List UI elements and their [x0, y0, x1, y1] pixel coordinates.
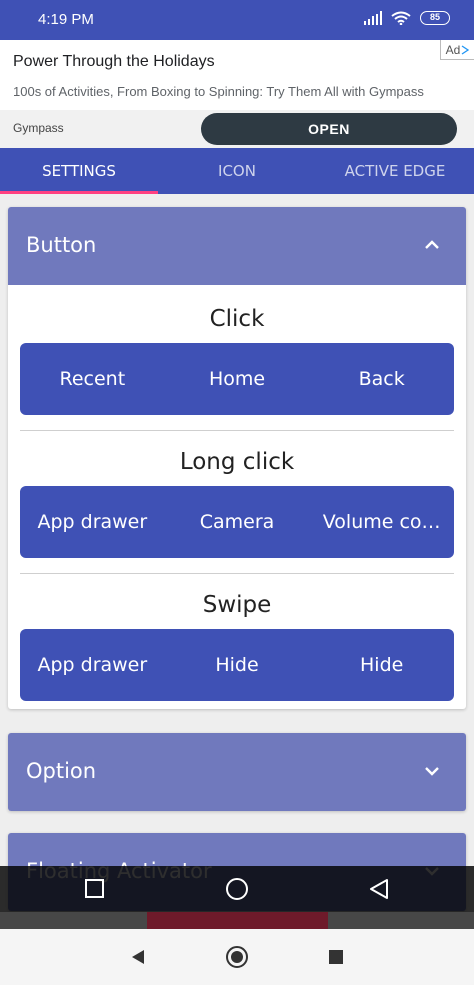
- chevron-up-icon: [425, 240, 439, 249]
- battery-icon: 85: [420, 11, 450, 25]
- swipe-actions: App drawer Hide Hide: [20, 629, 454, 701]
- long-click-actions: App drawer Camera Volume co…: [20, 486, 454, 558]
- status-time: 4:19 PM: [38, 11, 94, 28]
- overlay-home-icon[interactable]: [226, 878, 248, 900]
- click-option-recent[interactable]: Recent: [20, 343, 165, 415]
- overlay-back-icon[interactable]: [368, 878, 390, 900]
- long-click-option-app-drawer[interactable]: App drawer: [20, 486, 165, 558]
- chevron-down-icon: [425, 767, 439, 776]
- swipe-option-hide-1[interactable]: Hide: [165, 629, 310, 701]
- system-nav-bar: [0, 929, 474, 985]
- status-icons: 85: [364, 11, 450, 25]
- option-panel: Option: [8, 733, 466, 811]
- click-option-home[interactable]: Home: [165, 343, 310, 415]
- long-click-option-volume[interactable]: Volume co…: [309, 486, 454, 558]
- long-click-title: Long click: [179, 449, 295, 475]
- click-title: Click: [209, 306, 265, 332]
- ad-badge[interactable]: Ad: [440, 40, 474, 60]
- button-panel-header[interactable]: Button: [8, 207, 466, 285]
- swipe-option-app-drawer[interactable]: App drawer: [20, 629, 165, 701]
- tab-icon[interactable]: ICON: [158, 148, 316, 194]
- ad-choices-icon: [461, 44, 470, 55]
- back-icon[interactable]: [130, 949, 146, 965]
- tab-active-edge[interactable]: ACTIVE EDGE: [316, 148, 474, 194]
- swipe-option-hide-2[interactable]: Hide: [309, 629, 454, 701]
- wifi-icon: [391, 11, 411, 25]
- ad-description[interactable]: 100s of Activities, From Boxing to Spinn…: [13, 84, 424, 99]
- tab-settings[interactable]: SETTINGS: [0, 148, 158, 194]
- click-option-back[interactable]: Back: [309, 343, 454, 415]
- status-bar: 4:19 PM 85: [0, 0, 474, 40]
- click-actions: Recent Home Back: [20, 343, 454, 415]
- floating-nav-bar: [0, 866, 474, 912]
- overlay-recents-icon[interactable]: [85, 879, 104, 898]
- home-icon[interactable]: [226, 946, 248, 968]
- ad-footer: Gympass OPEN: [0, 110, 474, 148]
- signal-icon: [364, 11, 382, 25]
- ad-banner[interactable]: Power Through the Holidays 100s of Activ…: [0, 40, 474, 148]
- overlay-accent-strip: [147, 912, 328, 929]
- swipe-title: Swipe: [202, 592, 272, 618]
- ad-open-button[interactable]: OPEN: [201, 113, 457, 145]
- option-panel-header[interactable]: Option: [8, 733, 466, 811]
- long-click-option-camera[interactable]: Camera: [165, 486, 310, 558]
- ad-badge-label: Ad: [445, 42, 461, 57]
- ad-advertiser: Gympass: [13, 121, 64, 135]
- tab-bar: SETTINGS ICON ACTIVE EDGE: [0, 148, 474, 194]
- recents-icon[interactable]: [329, 950, 343, 964]
- ad-title[interactable]: Power Through the Holidays: [13, 53, 215, 71]
- option-panel-title: Option: [26, 759, 97, 783]
- button-panel-title: Button: [26, 233, 97, 257]
- button-panel: Button Click Recent Home Back Long click…: [8, 207, 466, 709]
